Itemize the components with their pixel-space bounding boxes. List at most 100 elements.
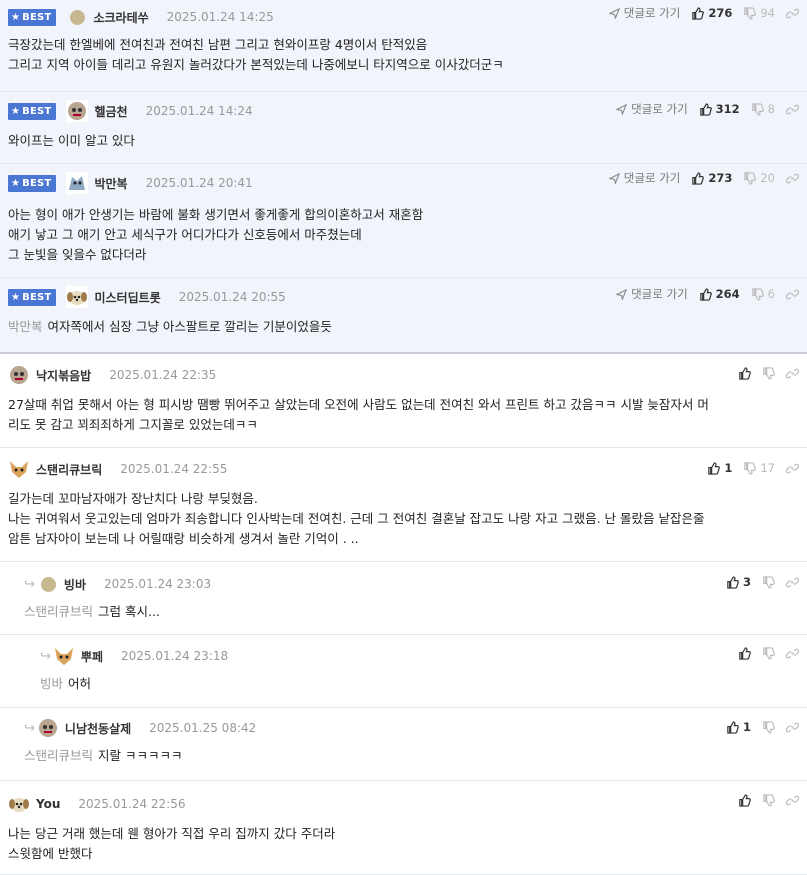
downvote-button[interactable]: 20 [743,171,775,185]
upvote-button[interactable]: 1 [726,720,751,734]
link-icon [786,722,799,732]
best-badge: ★ BEST [8,288,57,306]
thumbs-up-icon [699,287,712,301]
link-button[interactable] [786,794,799,807]
thumbs-up-icon [739,367,751,380]
best-badge: ★ BEST [8,174,57,192]
upvote-count: 1 [742,720,751,734]
upvote-button[interactable]: 1 [707,461,732,475]
comment-author[interactable]: 박만복 [94,175,127,192]
thumbs-down-icon [763,647,775,660]
avatar [36,717,59,739]
comment-text-line: 그 눈빛을 잊을수 없다더라 [8,247,147,262]
reply-arrow-icon: ↪ [24,576,35,592]
comment-author[interactable]: 소크라테쑤 [93,9,148,26]
downvote-button[interactable]: 17 [743,461,775,475]
star-icon: ★ [11,105,21,117]
upvote-button[interactable]: 3 [726,575,751,589]
upvote-button[interactable]: 312 [699,102,740,116]
link-button[interactable] [786,172,799,185]
link-icon [786,648,799,659]
send-icon [608,172,620,184]
link-icon [786,8,799,18]
comment-date: 2025.01.24 20:55 [178,290,286,304]
comment-text-line: 나는 귀여워서 웃고있는데 엄마가 죄송합니다 인사박는데 전여친. 근데 그 … [8,511,705,526]
avatar [66,286,89,308]
thumbs-down-icon [763,720,775,734]
downvote-button[interactable] [762,575,775,589]
comment-text-line: 그리고 지역 아이들 데리고 유원지 놀러갔다가 본적있는데 나중에보니 타지역… [8,57,504,72]
downvote-button[interactable] [762,647,775,660]
upvote-count: 264 [715,287,740,301]
link-button[interactable] [786,288,799,301]
downvote-button[interactable] [762,367,775,380]
reply-arrow-icon: ↪ [24,720,35,736]
downvote-button[interactable]: 6 [751,287,775,301]
upvote-button[interactable]: 276 [691,6,732,20]
comment-author[interactable]: 미스터딥트롯 [94,289,160,306]
comment-date: 2025.01.24 14:24 [145,104,253,118]
upvote-button[interactable]: 273 [691,171,732,185]
link-button[interactable] [786,7,799,20]
link-icon [786,368,799,379]
link-button[interactable] [786,721,799,734]
avatar [40,576,56,592]
comment-author[interactable]: 낙지볶음밥 [36,367,91,384]
link-button[interactable] [786,576,799,589]
thumbs-up-icon [699,102,712,116]
upvote-count: 1 [724,461,733,475]
avatar [52,645,75,667]
link-icon [786,289,799,299]
thumbs-down-icon [763,575,775,589]
mention-link[interactable]: 박만복 [8,319,43,334]
star-icon: ★ [11,11,21,23]
thumbs-up-icon [727,575,739,589]
comment-author[interactable]: You [36,797,60,811]
thumbs-up-icon [739,647,751,660]
downvote-count: 6 [767,287,775,301]
link-button[interactable] [786,462,799,475]
comment-author[interactable]: 헬금천 [94,103,127,120]
thumbs-down-icon [751,287,764,301]
go-to-reply-link[interactable]: 댓글로 가기 [608,5,680,21]
thumbs-down-icon [744,6,757,20]
comment-author[interactable]: 스탠리큐브릭 [36,461,102,478]
go-to-reply-link[interactable]: 댓글로 가기 [608,170,680,186]
avatar [66,172,89,194]
comment-author[interactable]: 빙바 [64,576,86,593]
thumbs-up-icon [692,6,705,20]
downvote-button[interactable] [762,794,775,807]
downvote-button[interactable]: 8 [751,102,775,116]
upvote-count: 273 [708,171,733,185]
upvote-button[interactable] [738,647,751,660]
comment-date: 2025.01.24 23:18 [121,649,229,663]
link-button[interactable] [786,367,799,380]
star-icon: ★ [11,177,21,189]
mention-link[interactable]: 스탠리큐브릭 [24,604,93,619]
reply-item: ↪ 빙바 2025.01.24 23:03 3 스탠리큐브릭 그럼 혹시... [0,562,807,635]
comment-date: 2025.01.24 22:55 [120,462,228,476]
comment-item: You 2025.01.24 22:56 나는 당근 거래 했는데 웬 형아가 … [0,781,807,875]
comment-author[interactable]: 니남천동살제 [65,720,131,737]
thumbs-up-icon [739,794,751,807]
comment-item: 스탠리큐브릭 2025.01.24 22:55 1 17 길가는데 꼬마남자애가… [0,448,807,562]
mention-link[interactable]: 스탠리큐브릭 [24,748,93,763]
go-to-reply-link[interactable]: 댓글로 가기 [616,101,688,117]
downvote-count: 20 [760,171,775,185]
mention-link[interactable]: 빙바 [40,676,63,691]
comment-author[interactable]: 뿌페 [81,648,103,665]
link-button[interactable] [786,647,799,660]
upvote-button[interactable]: 264 [699,287,740,301]
upvote-button[interactable] [738,794,751,807]
comment-text-line: 나는 당근 거래 했는데 웬 형아가 직접 우리 집까지 갔다 주더라 [8,826,336,841]
comment-date: 2025.01.24 22:56 [78,797,186,811]
comment-text-line: 여자쪽에서 심장 그냥 아스팔트로 깔리는 기분이었을듯 [47,319,332,334]
go-to-reply-link[interactable]: 댓글로 가기 [616,286,688,302]
downvote-button[interactable] [762,720,775,734]
downvote-button[interactable]: 94 [743,6,775,20]
comment-text-line: 리도 못 감고 꾀죄죄하게 그지꼴로 있었는데ㅋㅋ [8,417,258,432]
send-icon [616,103,628,115]
reply-item: ↪ 니남천동살제 2025.01.25 08:42 1 스탠리큐브릭 지랄 ㅋㅋㅋ… [0,708,807,781]
link-button[interactable] [786,103,799,116]
upvote-button[interactable] [738,367,751,380]
